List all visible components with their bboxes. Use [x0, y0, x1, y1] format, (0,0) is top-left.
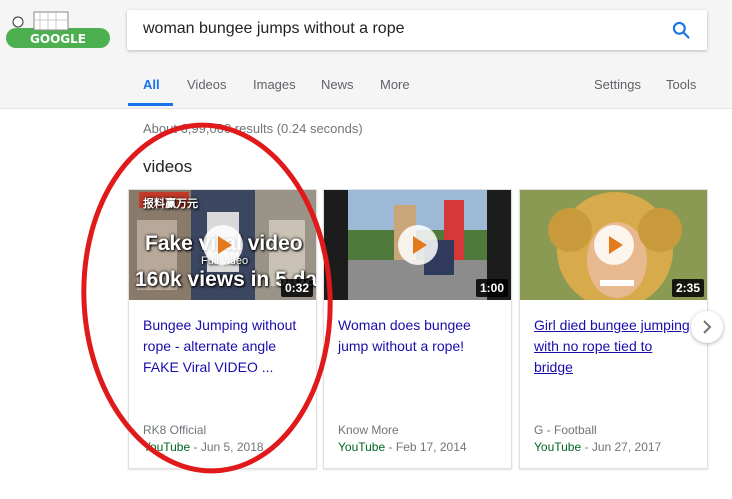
- thumbnail-top-text: 报料赢万元: [143, 198, 198, 210]
- tab-all[interactable]: All: [143, 77, 160, 92]
- active-tab-indicator: [128, 103, 173, 106]
- video-card-2[interactable]: 1:00 Woman does bungee jump without a ro…: [323, 189, 512, 469]
- settings-link[interactable]: Settings: [594, 77, 641, 92]
- chevron-right-icon: [703, 320, 712, 334]
- video-thumbnail-3[interactable]: 2:35: [520, 190, 707, 300]
- video-date: - Jun 27, 2017: [581, 440, 662, 454]
- play-icon[interactable]: [203, 225, 243, 265]
- tab-videos[interactable]: Videos: [187, 77, 227, 92]
- video-channel: RK8 Official: [143, 423, 207, 437]
- top-bar: GOOGLE woman bungee jumps without a rope…: [0, 0, 732, 109]
- google-doodle-logo[interactable]: GOOGLE: [4, 10, 112, 50]
- tab-news[interactable]: News: [321, 77, 354, 92]
- play-icon[interactable]: [594, 225, 634, 265]
- source-name: YouTube: [338, 440, 386, 454]
- video-source: YouTube - Feb 17, 2014: [338, 440, 467, 454]
- video-date: - Jun 5, 2018: [190, 440, 264, 454]
- video-title-link[interactable]: Girl died bungee jumping with no rope ti…: [534, 315, 694, 378]
- video-duration: 2:35: [671, 279, 704, 297]
- logo-text: GOOGLE: [30, 32, 86, 46]
- video-duration: 0:32: [280, 279, 313, 297]
- video-card-1[interactable]: 报料赢万元 Fake viral video Full video 160k v…: [128, 189, 317, 469]
- source-name: YouTube: [534, 440, 582, 454]
- video-title-link[interactable]: Bungee Jumping without rope - alternate …: [143, 315, 303, 378]
- video-channel: G - Football: [534, 423, 597, 437]
- tools-link[interactable]: Tools: [666, 77, 696, 92]
- video-card-3[interactable]: 2:35 Girl died bungee jumping with no ro…: [519, 189, 708, 469]
- tab-images[interactable]: Images: [253, 77, 296, 92]
- tab-more[interactable]: More: [380, 77, 410, 92]
- play-icon[interactable]: [398, 225, 438, 265]
- next-videos-button[interactable]: [691, 311, 723, 343]
- search-input[interactable]: woman bungee jumps without a rope: [143, 20, 405, 38]
- video-thumbnail-1[interactable]: 报料赢万元 Fake viral video Full video 160k v…: [129, 190, 316, 300]
- video-source: YouTube - Jun 5, 2018: [143, 440, 264, 454]
- video-date: - Feb 17, 2014: [385, 440, 467, 454]
- search-box[interactable]: woman bungee jumps without a rope: [127, 10, 707, 50]
- video-thumbnail-2[interactable]: 1:00: [324, 190, 511, 300]
- source-name: YouTube: [143, 440, 191, 454]
- video-duration: 1:00: [475, 279, 508, 297]
- section-heading: videos: [143, 157, 193, 176]
- video-source: YouTube - Jun 27, 2017: [534, 440, 661, 454]
- results-stats: About 6,99,000 results (0.24 seconds): [143, 121, 363, 136]
- video-channel: Know More: [338, 423, 399, 437]
- video-title-link[interactable]: Woman does bungee jump without a rope!: [338, 315, 498, 357]
- search-icon[interactable]: [671, 20, 691, 40]
